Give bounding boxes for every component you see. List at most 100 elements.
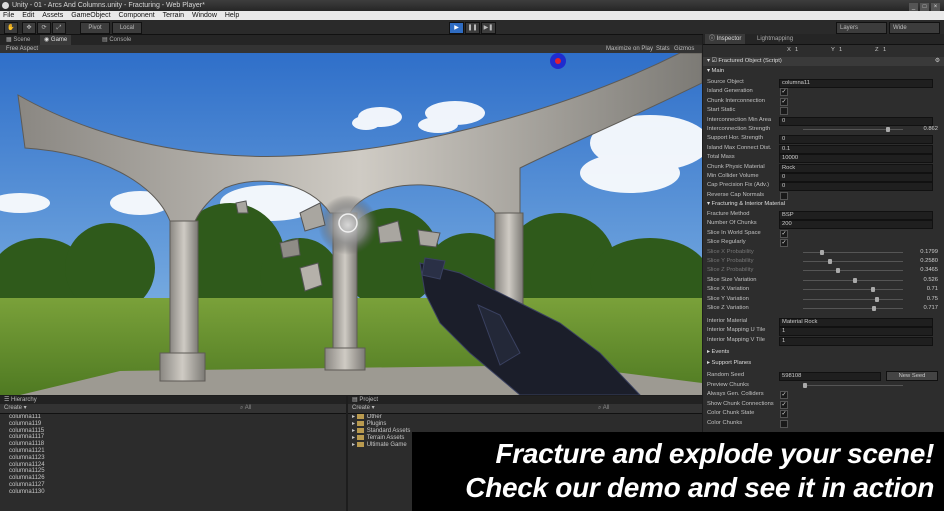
hierarchy-item[interactable]: columna1130 [0,489,346,496]
tab-inspector[interactable]: ⓘ Inspector [705,34,746,44]
slider-knob[interactable] [836,268,841,274]
section-main[interactable]: ▾ Main [703,67,944,76]
section-events[interactable]: ▸ Events [703,348,944,357]
property-slider[interactable] [803,287,903,293]
property-checkbox[interactable] [780,419,788,428]
layers-dropdown[interactable]: Layers [836,22,887,34]
property-slider[interactable] [803,127,903,132]
slider-knob[interactable] [875,296,879,302]
local-toggle[interactable]: Local [112,22,142,34]
z-value[interactable]: 1 [883,46,886,55]
hierarchy-item[interactable]: columna1127 [0,482,346,489]
slider-knob[interactable] [827,259,832,264]
slider-knob[interactable] [803,383,807,388]
property-field[interactable]: 1 [779,336,933,346]
minimize-button[interactable]: _ [909,3,918,11]
hierarchy-create-button[interactable]: Create ▾ [4,405,27,411]
hierarchy-search-field[interactable]: ⌕ All [240,404,251,413]
close-button[interactable]: × [931,3,940,11]
project-folder-item[interactable]: ▸ Plugins [348,421,702,428]
y-value[interactable]: 1 [839,46,842,55]
aspect-dropdown[interactable]: Free Aspect [6,45,38,53]
section-support-planes[interactable]: ▸ Support Planes [703,359,944,368]
menu-component[interactable]: Component [118,12,154,19]
menu-help[interactable]: Help [225,12,239,19]
x-value[interactable]: 1 [795,46,798,55]
tab-scene[interactable]: ▦ Scene [2,35,34,45]
tab-game[interactable]: ◉ Game [40,35,72,45]
maximize-on-play-toggle[interactable]: Maximize on Play [606,45,653,53]
play-button[interactable]: ▶ [449,22,464,34]
property-value[interactable]: 0.1799 [908,248,938,257]
section-fracturing[interactable]: ▾ Fracturing & Interior Material [703,200,944,209]
hierarchy-item[interactable]: columna1117 [0,434,346,441]
hierarchy-item[interactable]: columna119 [0,421,346,428]
property-slider[interactable] [803,249,903,255]
property-slider[interactable] [803,277,903,283]
hierarchy-item[interactable]: columna1124 [0,462,346,469]
property-checkbox[interactable]: ✓ [780,239,788,248]
menu-edit[interactable]: Edit [22,12,34,19]
property-slider[interactable] [803,306,903,311]
tab-console[interactable]: ▤ Console [98,35,135,45]
menu-assets[interactable]: Assets [42,12,63,19]
tab-lightmapping[interactable]: Lightmapping [753,34,797,44]
property-checkbox[interactable] [780,191,788,200]
gizmos-dropdown[interactable]: Gizmos [674,45,694,53]
new-seed-button[interactable]: New Seed [886,371,938,381]
hierarchy-item[interactable]: columna1115 [0,428,346,435]
property-slider[interactable] [803,383,903,388]
component-header[interactable]: ▾ ☑ Fractured Object (Script) ⚙ [703,57,944,66]
slider-knob[interactable] [820,249,825,255]
stats-toggle[interactable]: Stats [656,45,670,53]
maximize-button[interactable]: □ [920,3,929,11]
property-checkbox[interactable]: ✓ [780,229,788,238]
slider-knob[interactable] [853,277,858,283]
step-button[interactable]: ▶❚ [481,22,496,34]
menu-terrain[interactable]: Terrain [163,12,184,19]
project-search-field[interactable]: ⌕ All [598,404,609,413]
pause-button[interactable]: ❚❚ [465,22,480,34]
menu-window[interactable]: Window [192,12,217,19]
pivot-toggle[interactable]: Pivot [80,22,110,34]
property-checkbox[interactable]: ✓ [780,97,788,106]
hand-tool-icon[interactable]: ✋ [4,22,18,34]
rotate-tool-icon[interactable]: ⟳ [37,22,51,34]
property-checkbox[interactable]: ✓ [780,400,788,409]
scale-tool-icon[interactable]: ⤢ [52,22,66,34]
property-value[interactable]: 0.526 [908,276,938,285]
hierarchy-item[interactable]: columna1118 [0,441,346,448]
property-value[interactable]: 0.3465 [908,266,938,275]
hierarchy-tab[interactable]: ☰ Hierarchy [0,396,346,404]
hierarchy-item[interactable]: columna111 [0,414,346,421]
menu-file[interactable]: File [3,12,14,19]
game-viewport[interactable] [0,53,702,395]
property-value[interactable]: 0.717 [908,304,938,313]
property-slider[interactable] [803,259,903,264]
slider-knob[interactable] [871,287,876,293]
property-value[interactable]: 0.2580 [908,257,938,266]
component-gear-icon[interactable]: ⚙ [935,57,940,66]
property-checkbox[interactable]: ✓ [780,391,788,400]
hierarchy-item[interactable]: columna1123 [0,455,346,462]
hierarchy-item[interactable]: columna1126 [0,475,346,482]
property-checkbox[interactable] [780,107,788,116]
property-checkbox[interactable]: ✓ [780,410,788,419]
slider-knob[interactable] [885,127,890,132]
random-seed-field[interactable]: 598108 [779,372,881,381]
property-checkbox[interactable]: ✓ [780,88,788,97]
property-value[interactable]: 0.862 [908,125,938,134]
hierarchy-item[interactable]: columna1121 [0,448,346,455]
property-value[interactable]: 0.75 [908,295,938,304]
hierarchy-item[interactable]: columna1125 [0,468,346,475]
move-tool-icon[interactable]: ✥ [22,22,36,34]
property-value[interactable]: 0.71 [908,285,938,294]
project-tab[interactable]: ▤ Project [348,396,702,404]
layout-dropdown[interactable]: Wide [889,22,940,34]
slider-knob[interactable] [871,306,876,311]
project-folder-item[interactable]: ▸ Other [348,414,702,421]
menu-gameobject[interactable]: GameObject [71,12,110,19]
property-slider[interactable] [803,268,903,274]
project-create-button[interactable]: Create ▾ [352,405,375,411]
property-slider[interactable] [803,296,903,302]
